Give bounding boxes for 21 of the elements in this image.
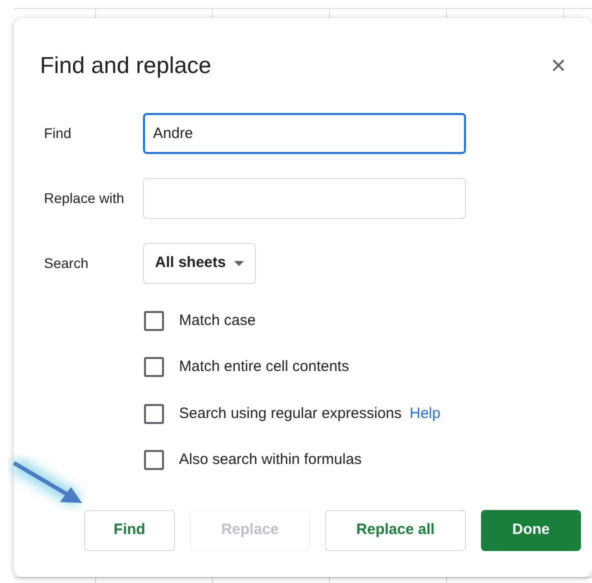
option-label: Match case [179,310,256,330]
option-label: Also search within formulas [179,450,362,470]
checkbox[interactable] [144,450,164,470]
checkbox[interactable] [144,404,164,424]
field-label: Replace with [44,188,126,208]
input-field[interactable] [143,178,466,218]
dialog-button[interactable]: Find [84,510,175,550]
dialog-button[interactable]: Done [481,510,581,550]
close-button[interactable]: × [550,52,566,78]
field-label: Find [44,124,72,142]
help-link[interactable]: Help [410,402,440,425]
option-label: Search using regular expressions [179,404,402,424]
dialog-title: Find and replace [40,51,212,80]
checkbox[interactable] [144,357,164,378]
search-dropdown[interactable]: All sheets [143,242,256,284]
dialog-button[interactable]: Replace all [325,510,466,550]
field-label: Search [44,254,90,272]
input-field[interactable]: Andre [143,112,466,154]
checkbox[interactable] [144,310,164,331]
caret-icon [234,260,244,266]
option-label: Match entire cell contents [179,357,350,377]
